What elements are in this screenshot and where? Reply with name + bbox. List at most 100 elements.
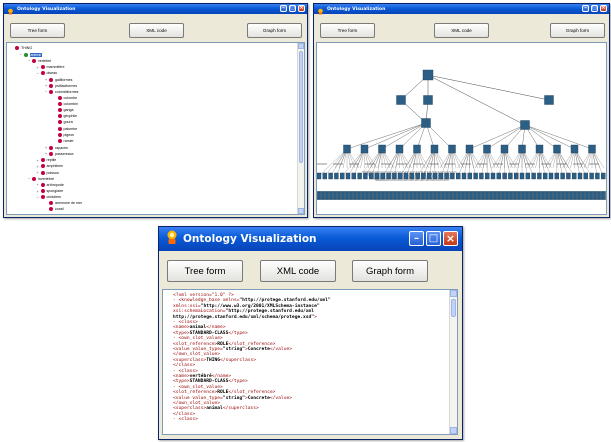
tree-node[interactable]: colombin (53, 101, 78, 106)
tree-node[interactable]: + rapaces (44, 145, 68, 150)
xml-code-button[interactable]: XML code (434, 23, 489, 38)
graph-node[interactable] (508, 172, 513, 180)
tree-node[interactable]: colombe (53, 95, 77, 100)
graph-node[interactable] (601, 191, 605, 200)
expand-icon[interactable]: + (36, 170, 40, 175)
graph-node[interactable] (565, 191, 569, 200)
scroll-down-arrow-icon[interactable] (450, 427, 457, 434)
graph-node[interactable] (465, 144, 474, 154)
graph-node[interactable] (531, 172, 536, 180)
graph-node[interactable] (490, 172, 496, 180)
tree-view-pane[interactable]: THING − animal − vertébré + mammifère − oiseau + g… (6, 42, 305, 215)
graph-node[interactable] (541, 191, 545, 200)
graph-node[interactable] (461, 191, 465, 200)
graph-node[interactable] (333, 191, 337, 200)
graph-node[interactable] (365, 191, 369, 200)
expand-icon[interactable]: + (44, 151, 48, 156)
maximize-icon[interactable]: □ (289, 5, 296, 12)
graph-node[interactable] (353, 191, 357, 200)
graph-node[interactable] (537, 172, 542, 180)
graph-node[interactable] (557, 191, 561, 200)
graph-node[interactable] (385, 191, 389, 200)
graph-node[interactable] (544, 95, 554, 105)
tree-node[interactable]: + psittaciformes (44, 83, 77, 88)
graph-node[interactable] (525, 172, 531, 180)
graph-node[interactable] (421, 172, 426, 180)
expand-icon[interactable]: + (36, 65, 40, 70)
graph-node[interactable] (409, 172, 415, 180)
graph-node[interactable] (455, 172, 461, 180)
graph-node[interactable] (401, 191, 405, 200)
xml-code-pane[interactable]: <?xml version="1.0" ?> - <knowledge_base … (162, 289, 458, 435)
graph-node[interactable] (513, 172, 519, 180)
graph-node[interactable] (444, 172, 449, 180)
maximize-icon[interactable]: □ (591, 5, 598, 12)
graph-node[interactable] (577, 172, 583, 180)
graph-node[interactable] (535, 144, 544, 154)
graph-node[interactable] (392, 172, 397, 180)
graph-node[interactable] (345, 172, 351, 180)
graph-node[interactable] (374, 172, 380, 180)
graph-node[interactable] (415, 172, 420, 180)
close-icon[interactable]: × (443, 231, 458, 246)
graph-node[interactable] (369, 191, 373, 200)
graph-node[interactable] (317, 191, 321, 200)
graph-node[interactable] (560, 172, 565, 180)
graph-node[interactable] (500, 144, 509, 154)
tree-vertical-scrollbar[interactable] (297, 43, 304, 214)
graph-node[interactable] (450, 172, 455, 180)
graph-node[interactable] (363, 172, 368, 180)
tree-node[interactable]: − invertébré (27, 176, 54, 181)
tree-node[interactable]: pigeon (53, 132, 74, 137)
tree-node[interactable]: − vertébré (27, 58, 51, 63)
tree-node[interactable]: ramier (53, 139, 74, 143)
graph-node[interactable] (554, 172, 560, 180)
graph-node[interactable] (425, 191, 429, 200)
graph-node[interactable] (360, 144, 369, 154)
tree-node[interactable]: + passereaux (44, 151, 74, 156)
tree-node[interactable]: palombe (53, 126, 77, 131)
graph-node[interactable] (513, 191, 517, 200)
graph-node[interactable] (469, 191, 473, 200)
graph-node[interactable] (489, 191, 493, 200)
graph-node[interactable] (341, 191, 345, 200)
graph-node[interactable] (548, 172, 554, 180)
graph-node[interactable] (501, 191, 505, 200)
scroll-down-arrow-icon[interactable] (298, 208, 304, 214)
graph-node[interactable] (502, 172, 507, 180)
minimize-icon[interactable]: – (280, 5, 287, 12)
graph-node[interactable] (417, 191, 421, 200)
graph-node[interactable] (449, 191, 453, 200)
graph-node[interactable] (445, 191, 449, 200)
graph-node[interactable] (593, 191, 597, 200)
collapse-icon[interactable]: − (36, 71, 40, 76)
tree-node[interactable]: − colombiformes (44, 89, 79, 94)
graph-node[interactable] (589, 191, 593, 200)
graph-node[interactable] (437, 191, 441, 200)
tree-node[interactable]: + galliformes (44, 77, 73, 82)
tree-node[interactable]: + spongiaire (36, 189, 63, 194)
graph-node[interactable] (457, 191, 461, 200)
graph-node[interactable] (357, 172, 362, 180)
xml-code-button[interactable]: XML code (129, 23, 184, 38)
graph-node[interactable] (389, 191, 393, 200)
graph-node[interactable] (396, 95, 406, 105)
graph-node[interactable] (485, 191, 489, 200)
graph-node[interactable] (521, 191, 525, 200)
graph-node[interactable] (597, 191, 601, 200)
graph-node[interactable] (340, 172, 345, 180)
graph-node[interactable] (588, 144, 596, 154)
graph-node[interactable] (432, 172, 438, 180)
expand-icon[interactable]: + (44, 77, 48, 82)
graph-node[interactable] (467, 172, 473, 180)
expand-icon[interactable]: + (44, 83, 48, 88)
graph-node[interactable] (571, 172, 577, 180)
graph-node[interactable] (525, 191, 529, 200)
graph-node[interactable] (361, 191, 365, 200)
graph-node[interactable] (453, 191, 457, 200)
graph-node[interactable] (585, 191, 589, 200)
graph-node[interactable] (569, 191, 573, 200)
close-icon[interactable]: × (600, 5, 607, 12)
xml-vertical-scrollbar[interactable] (449, 290, 457, 434)
graph-node[interactable] (461, 172, 467, 180)
